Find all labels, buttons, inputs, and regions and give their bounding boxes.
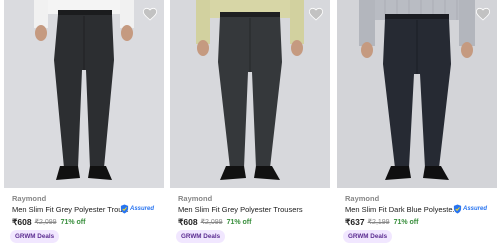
deal-badge: GRWM Deals (176, 230, 226, 243)
product-mrp: ₹2,099 (34, 219, 57, 226)
deal-badge: GRWM Deals (343, 230, 393, 243)
product-discount: 71% off (226, 218, 252, 226)
product-price: ₹608 (12, 216, 32, 227)
heart-icon[interactable] (142, 6, 158, 22)
price-row: ₹608 ₹2,099 71% off (178, 216, 251, 228)
product-image[interactable] (337, 0, 497, 188)
product-brand: Raymond (12, 194, 47, 203)
product-card[interactable]: Raymond Men Slim Fit Grey Polyester Trou… (4, 0, 164, 245)
heart-icon[interactable] (475, 6, 491, 22)
product-mrp: ₹2,199 (367, 219, 390, 226)
assured-badge: Assured (120, 204, 154, 214)
assured-badge: Assured (453, 204, 487, 214)
deal-label: GRWM Deals (15, 233, 55, 240)
assured-label: Assured (463, 206, 488, 212)
model-photo (34, 0, 134, 180)
product-brand: Raymond (345, 194, 380, 203)
product-grid: Raymond Men Slim Fit Grey Polyester Trou… (0, 0, 500, 245)
price-row: ₹608 ₹2,099 71% off (12, 216, 85, 228)
deal-label: GRWM Deals (181, 233, 221, 240)
product-card[interactable]: Raymond Men Slim Fit Grey Polyester Trou… (170, 0, 330, 245)
shield-icon (120, 204, 129, 214)
assured-label: Assured (130, 206, 155, 212)
heart-icon[interactable] (308, 6, 324, 22)
product-mrp: ₹2,099 (200, 219, 223, 226)
product-image[interactable] (170, 0, 330, 188)
product-brand: Raymond (178, 194, 213, 203)
price-row: ₹637 ₹2,199 71% off (345, 216, 418, 228)
model-photo (359, 0, 475, 180)
product-discount: 71% off (393, 218, 419, 226)
shield-icon (453, 204, 462, 214)
product-discount: 71% off (60, 218, 86, 226)
product-title[interactable]: Men Slim Fit Grey Polyester Trousers (178, 205, 328, 214)
product-image[interactable] (4, 0, 164, 188)
product-card[interactable]: Raymond Men Slim Fit Dark Blue Polyeste.… (337, 0, 497, 245)
product-price: ₹608 (178, 216, 198, 227)
deal-label: GRWM Deals (348, 233, 388, 240)
model-photo (196, 0, 304, 180)
product-price: ₹637 (345, 216, 365, 227)
deal-badge: GRWM Deals (10, 230, 60, 243)
